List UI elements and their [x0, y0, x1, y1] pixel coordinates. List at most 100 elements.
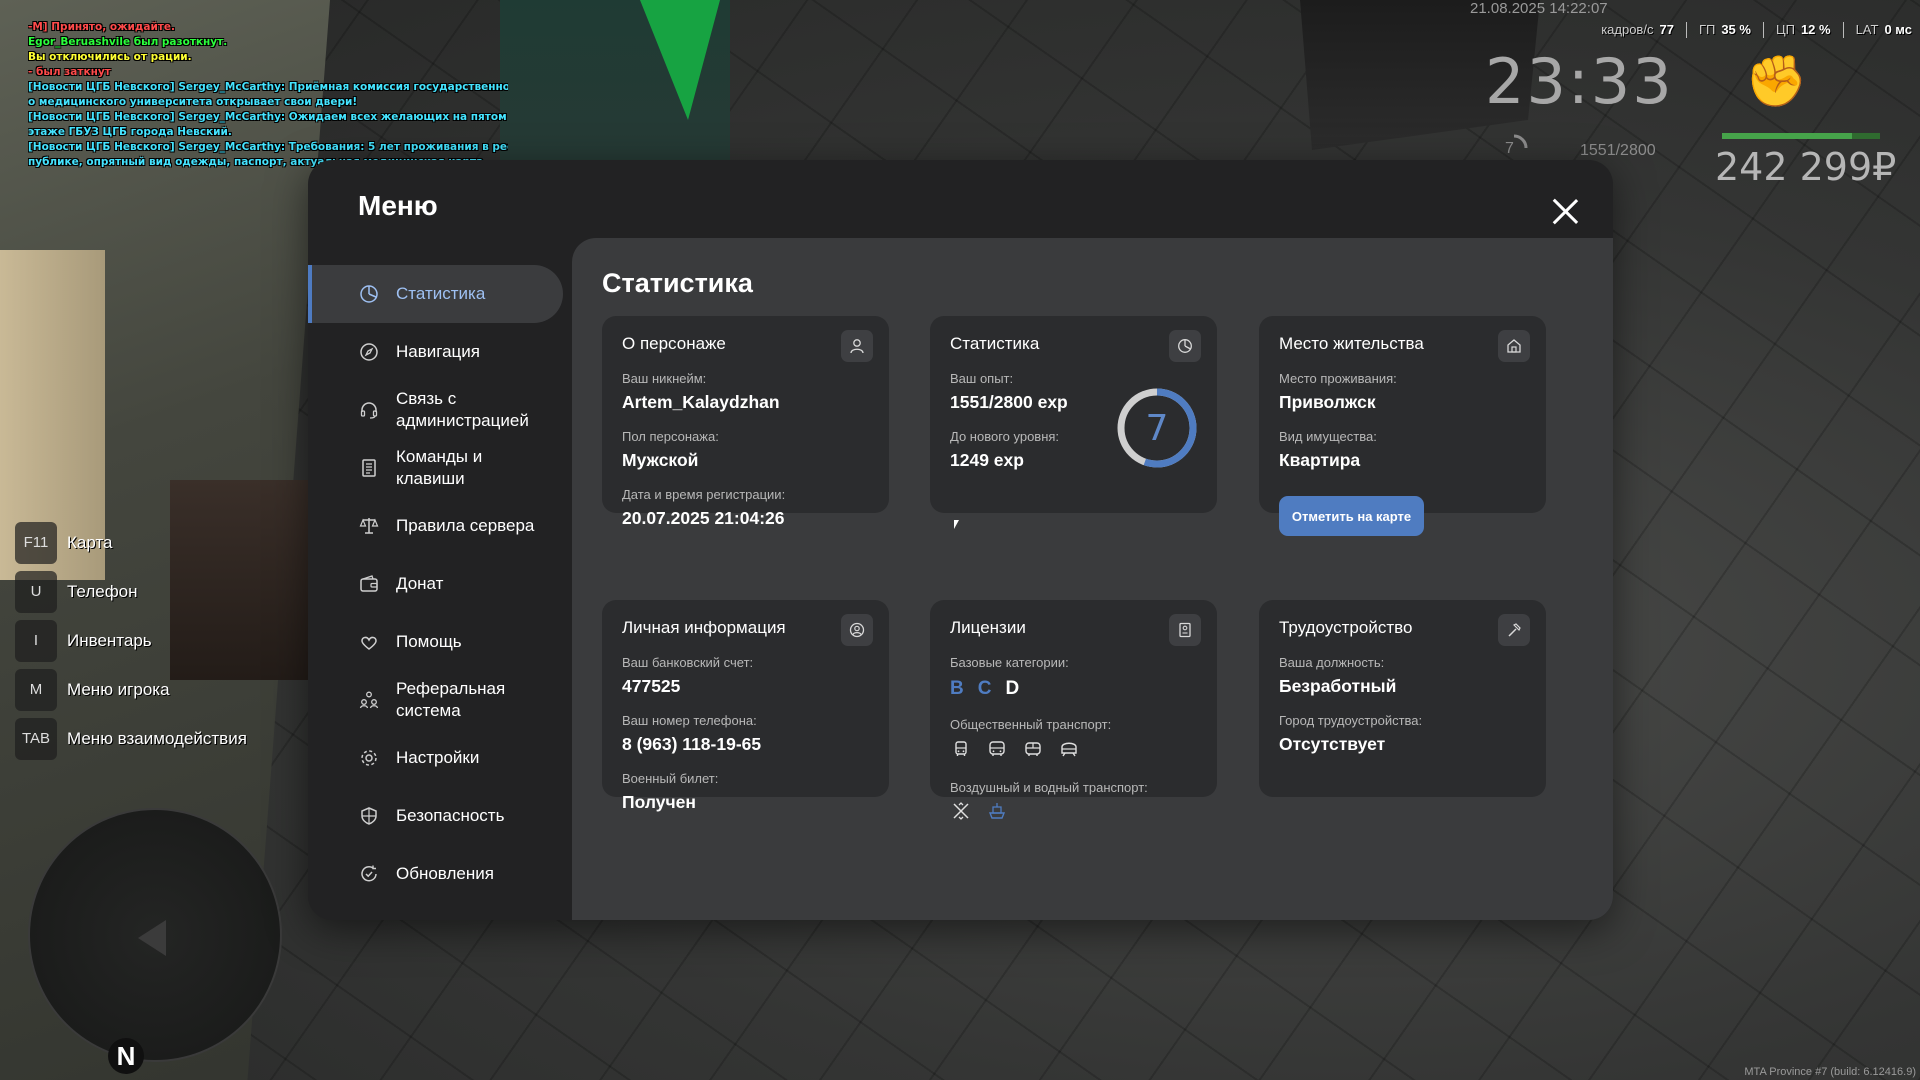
public-transport-icons — [950, 738, 1080, 760]
employment-city-field: Город трудоустройства: Отсутствует — [1279, 713, 1423, 754]
key-badge: F11 — [15, 521, 57, 564]
employment-card: Трудоустройство Ваша должность: Безработ… — [1259, 600, 1546, 797]
card-title: Лицензии — [950, 618, 1026, 637]
personal-info-card: Личная информация Ваш банковский счет: 4… — [602, 600, 889, 812]
next-level-field: До нового уровня: 1249 exp — [950, 429, 1060, 470]
sidebar-item[interactable]: Статистика — [308, 265, 563, 323]
player-arrow-icon — [138, 920, 166, 956]
pie-chart-icon — [1169, 330, 1201, 362]
gpu-stat: ГП 35 % — [1698, 22, 1751, 37]
chat-line: Egor_Beruashvile был разоткнут. — [28, 36, 228, 48]
key-label: Карта — [67, 532, 113, 552]
sidebar-item-label: Реферальная система — [396, 679, 506, 720]
license-category: B — [950, 678, 964, 699]
document-icon — [358, 457, 380, 479]
quick-key-row[interactable]: F11 Карта — [15, 518, 247, 567]
mark-on-map-button[interactable]: Отметить на карте — [1279, 496, 1424, 536]
divider — [1685, 22, 1687, 38]
chat-line: о медицинского университета открывает св… — [28, 96, 358, 108]
plane-icon — [950, 800, 972, 822]
sidebar-item[interactable]: Реферальная система — [308, 671, 563, 729]
chat-log: -M] Принято, ожидайте. Egor_Beruashvile б… — [28, 20, 508, 170]
shield-icon — [358, 805, 380, 827]
quick-key-row[interactable]: TAB Меню взаимодействия — [15, 714, 247, 763]
quick-key-row[interactable]: I Инвентарь — [15, 616, 247, 665]
stats-card: Статистика Ваш опыт: 1551/2800 exp До но… — [930, 316, 1217, 513]
people-icon — [358, 689, 380, 711]
sidebar-item[interactable]: Связь с администрацией — [308, 381, 563, 439]
license-category: C — [977, 678, 992, 699]
level-progress-ring: 7 — [1115, 386, 1199, 470]
license-category: D — [1005, 678, 1020, 699]
tram-icon — [1022, 738, 1044, 760]
registration-field: Дата и время регистрации: 20.07.2025 21:… — [622, 487, 786, 528]
sidebar-item-label: Обновления — [396, 864, 494, 883]
sidebar-item[interactable]: Обновления — [308, 845, 563, 903]
sidebar-item-label: Безопасность — [396, 806, 505, 825]
sidebar-item-label: Правила сервера — [396, 516, 535, 535]
hud-clock: 23:33 — [1485, 45, 1674, 118]
pie-chart-icon — [358, 283, 380, 305]
quick-key-row[interactable]: M Меню игрока — [15, 665, 247, 714]
trolleybus-icon — [986, 738, 1008, 760]
metro-icon — [1058, 738, 1080, 760]
hud-money: 242 299₽ — [1715, 145, 1897, 189]
sidebar-item[interactable]: Помощь — [308, 613, 563, 671]
sidebar-item[interactable]: Безопасность — [308, 787, 563, 845]
latency-stat: LAT 0 мс — [1855, 22, 1912, 37]
sidebar-item-label: Настройки — [396, 748, 480, 767]
key-label: Меню взаимодействия — [67, 728, 247, 748]
sidebar-item[interactable]: Команды и клавиши — [308, 439, 563, 497]
content-area: Статистика О персонаже Ваш никнейм: Arte… — [572, 238, 1613, 920]
key-badge: I — [15, 619, 57, 662]
chat-line: этаже ГБУЗ ЦГБ города Невский. — [28, 126, 232, 138]
sidebar-item[interactable]: Навигация — [308, 323, 563, 381]
card-title: Место жительства — [1279, 334, 1424, 353]
bus-icon — [950, 738, 972, 760]
gear-icon — [358, 747, 380, 769]
chat-line: - был заткнут — [28, 66, 111, 78]
key-badge: TAB — [15, 717, 57, 760]
north-indicator: N — [108, 1038, 144, 1074]
sidebar-item[interactable]: Настройки — [308, 729, 563, 787]
headset-icon — [358, 399, 380, 421]
section-title: Статистика — [602, 268, 753, 298]
sidebar-nav: Статистика Навигация Связь с администрацие… — [308, 265, 563, 903]
health-bar-fill — [1722, 133, 1852, 139]
residence-card: Место жительства Место проживания: Приво… — [1259, 316, 1546, 536]
key-label: Телефон — [67, 581, 138, 601]
level-number: 7 — [1145, 407, 1169, 449]
sidebar-item[interactable]: Правила сервера — [308, 497, 563, 555]
menu-panel: Меню Статистика Навигация Связь с админист… — [308, 160, 1613, 920]
military-id-field: Военный билет: Получен — [622, 771, 719, 812]
key-label: Инвентарь — [67, 630, 152, 650]
chat-line: [Новости ЦГБ Невского] Sergey_McCarthy: … — [28, 111, 507, 123]
build-info: MTA Province #7 (build: 6.12416.9) — [1744, 1066, 1916, 1078]
chat-line: Вы отключились от рации. — [28, 51, 192, 63]
house-icon — [1498, 330, 1530, 362]
nickname-field: Ваш никнейм: Artem_Kalaydzhan — [622, 371, 780, 412]
hud-date: 21.08.2025 14:22:07 — [1470, 0, 1608, 17]
hammer-icon — [1498, 614, 1530, 646]
boat-icon — [986, 800, 1008, 822]
card-title: О персонаже — [622, 334, 726, 353]
scales-icon — [358, 515, 380, 537]
sidebar-item[interactable]: Донат — [308, 555, 563, 613]
card-title: Трудоустройство — [1279, 618, 1413, 637]
quick-keys: F11 Карта U Телефон I Инвентарь M Меню игрока TA… — [15, 518, 247, 763]
fist-icon: ✊ — [1745, 53, 1808, 109]
divider — [1762, 22, 1764, 38]
chat-line: -M] Принято, ожидайте. — [28, 21, 175, 33]
close-button[interactable] — [1548, 194, 1582, 228]
refresh-check-icon — [358, 863, 380, 885]
license-doc-icon — [1169, 614, 1201, 646]
xp-field: Ваш опыт: 1551/2800 exp — [950, 371, 1068, 412]
sidebar-item-label: Навигация — [396, 342, 480, 361]
quick-key-row[interactable]: U Телефон — [15, 567, 247, 616]
sidebar-item-label: Статистика — [396, 284, 486, 303]
license-categories: BCD — [950, 678, 1019, 700]
level-ring-icon — [1513, 134, 1528, 149]
hud-level: 7 — [1505, 134, 1528, 158]
chat-line: [Новости ЦГБ Невского] Sergey_McCarthy: … — [28, 81, 508, 93]
health-bar — [1722, 133, 1880, 139]
